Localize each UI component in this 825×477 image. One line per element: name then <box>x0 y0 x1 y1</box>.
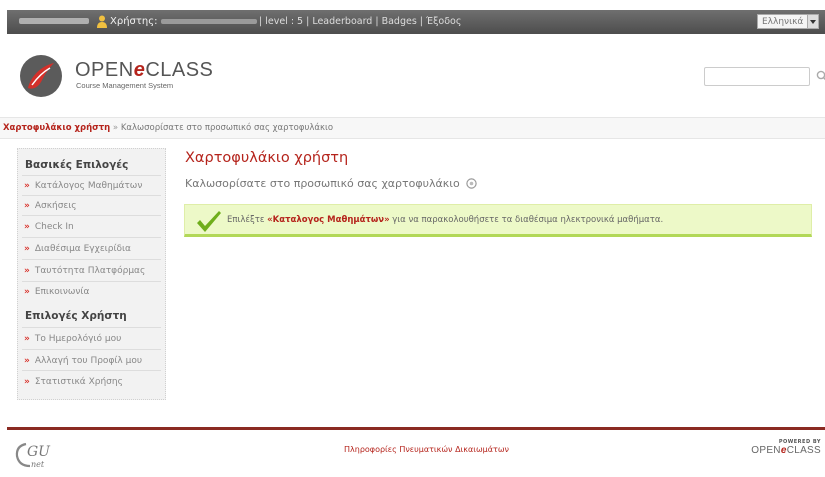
sidebar-item-label: Check In <box>34 222 74 232</box>
sidebar-item-platform[interactable]: » Ταυτότητα Πλατφόρμας <box>24 266 145 276</box>
sidebar-item-label: Κατάλογος Μαθημάτων <box>34 181 143 191</box>
top-bar: Χρήστης: | level : 5 | Leaderboard | Bad… <box>7 10 825 34</box>
user-icon <box>97 15 107 28</box>
sidebar-heading-basic: Βασικές Επιλογές <box>25 159 129 171</box>
divider <box>22 281 161 282</box>
search-icon[interactable] <box>816 70 825 82</box>
divider <box>22 175 161 176</box>
footer: GU net Πληροφορίες Πνευματικών Δικαιωμάτ… <box>7 430 825 470</box>
bullet-icon: » <box>24 244 30 254</box>
alert-post: για να παρακολουθήσετε τα διαθέσιμα ηλεκ… <box>389 215 664 225</box>
user-links[interactable]: | level : 5 | Leaderboard | Badges | Έξο… <box>259 16 461 27</box>
sidebar-item-exercises[interactable]: » Ασκήσεις <box>24 201 77 211</box>
header: OPENeCLASS Course Management System <box>7 34 825 118</box>
sidebar-item-stats[interactable]: » Στατιστικά Χρήσης <box>24 377 123 387</box>
divider <box>22 195 161 196</box>
divider <box>22 237 161 238</box>
sidebar: Βασικές Επιλογές » Κατάλογος Μαθημάτων » Α… <box>17 148 166 400</box>
bullet-icon: » <box>24 181 30 191</box>
breadcrumb-home[interactable]: Χαρτοφυλάκιο χρήστη <box>3 123 110 133</box>
divider <box>22 327 161 328</box>
gunet-logo-sub: net <box>31 460 45 469</box>
sidebar-item-label: Επικοινωνία <box>34 287 90 297</box>
sidebar-item-profile[interactable]: » Αλλαγή του Προφίλ μου <box>24 356 142 366</box>
sidebar-item-manuals[interactable]: » Διαθέσιμα Εγχειρίδια <box>24 244 131 254</box>
sidebar-item-courses[interactable]: » Κατάλογος Μαθημάτων <box>24 181 142 191</box>
divider <box>22 215 161 216</box>
redacted-text <box>19 18 89 24</box>
welcome-line: Καλωσορίσατε στο προσωπικό σας χαρτοφυλά… <box>185 177 477 190</box>
user-label: Χρήστης: <box>110 16 158 27</box>
powered-brand-suffix: CLASS <box>786 445 821 456</box>
page-title: Χαρτοφυλάκιο χρήστη <box>185 150 349 166</box>
redacted-username <box>161 19 257 24</box>
sidebar-item-label: Διαθέσιμα Εγχειρίδια <box>34 244 131 254</box>
sidebar-item-label: Ασκήσεις <box>34 201 77 211</box>
gunet-logo[interactable]: GU net <box>14 440 62 470</box>
gunet-logo-text: GU <box>27 444 51 460</box>
sidebar-item-contact[interactable]: » Επικοινωνία <box>24 287 89 297</box>
brand-prefix: OPEN <box>75 59 134 81</box>
divider <box>22 349 161 350</box>
sidebar-item-calendar[interactable]: » Το Ημερολόγιό μου <box>24 334 121 344</box>
powered-brand: OPENeCLASS <box>751 445 821 456</box>
language-value: Ελληνικά <box>762 17 804 27</box>
breadcrumb: Χαρτοφυλάκιο χρήστη » Καλωσορίσατε στο π… <box>0 117 825 139</box>
bullet-icon: » <box>24 287 30 297</box>
sidebar-item-label: Ταυτότητα Πλατφόρμας <box>34 266 146 276</box>
help-icon[interactable] <box>466 178 477 189</box>
copyright-link[interactable]: Πληροφορίες Πνευματικών Δικαιωμάτων <box>344 445 509 454</box>
sidebar-item-checkin[interactable]: » Check In <box>24 222 74 232</box>
breadcrumb-current: Καλωσορίσατε στο προσωπικό σας χαρτοφυλά… <box>120 123 334 133</box>
brand-name: OPENeCLASS <box>75 59 213 82</box>
divider <box>22 370 161 371</box>
bullet-icon: » <box>24 201 30 211</box>
search-input[interactable] <box>704 67 810 86</box>
sidebar-item-label: Στατιστικά Χρήσης <box>34 377 123 387</box>
divider <box>22 259 161 260</box>
language-select[interactable]: Ελληνικά <box>757 14 819 29</box>
bullet-icon: » <box>24 377 30 387</box>
alert-text: Επιλέξτε «Καταλογος Μαθημάτων» για να πα… <box>227 215 663 225</box>
bullet-icon: » <box>24 334 30 344</box>
openeclass-logo[interactable] <box>19 54 63 98</box>
bullet-icon: » <box>24 222 30 232</box>
dropdown-arrow-icon[interactable] <box>807 15 818 28</box>
info-alert: Επιλέξτε «Καταλογος Μαθημάτων» για να πα… <box>184 204 812 237</box>
powered-by[interactable]: POWERED BY OPENeCLASS <box>751 439 821 456</box>
brand-suffix: CLASS <box>145 59 214 81</box>
alert-pre: Επιλέξτε <box>227 215 268 225</box>
bullet-icon: » <box>24 266 30 276</box>
check-icon <box>197 211 221 232</box>
sidebar-item-label: Το Ημερολόγιό μου <box>34 334 122 344</box>
sidebar-item-label: Αλλαγή του Προφίλ μου <box>34 356 143 366</box>
bullet-icon: » <box>24 356 30 366</box>
welcome-text: Καλωσορίσατε στο προσωπικό σας χαρτοφυλά… <box>185 177 460 190</box>
sidebar-heading-user: Επιλογές Χρήστη <box>25 310 127 322</box>
breadcrumb-separator: » <box>112 123 119 133</box>
alert-course-link[interactable]: «Καταλογος Μαθημάτων» <box>267 215 389 225</box>
powered-brand-prefix: OPEN <box>751 445 781 456</box>
brand-subtitle: Course Management System <box>76 81 174 90</box>
brand-e: e <box>133 59 146 81</box>
